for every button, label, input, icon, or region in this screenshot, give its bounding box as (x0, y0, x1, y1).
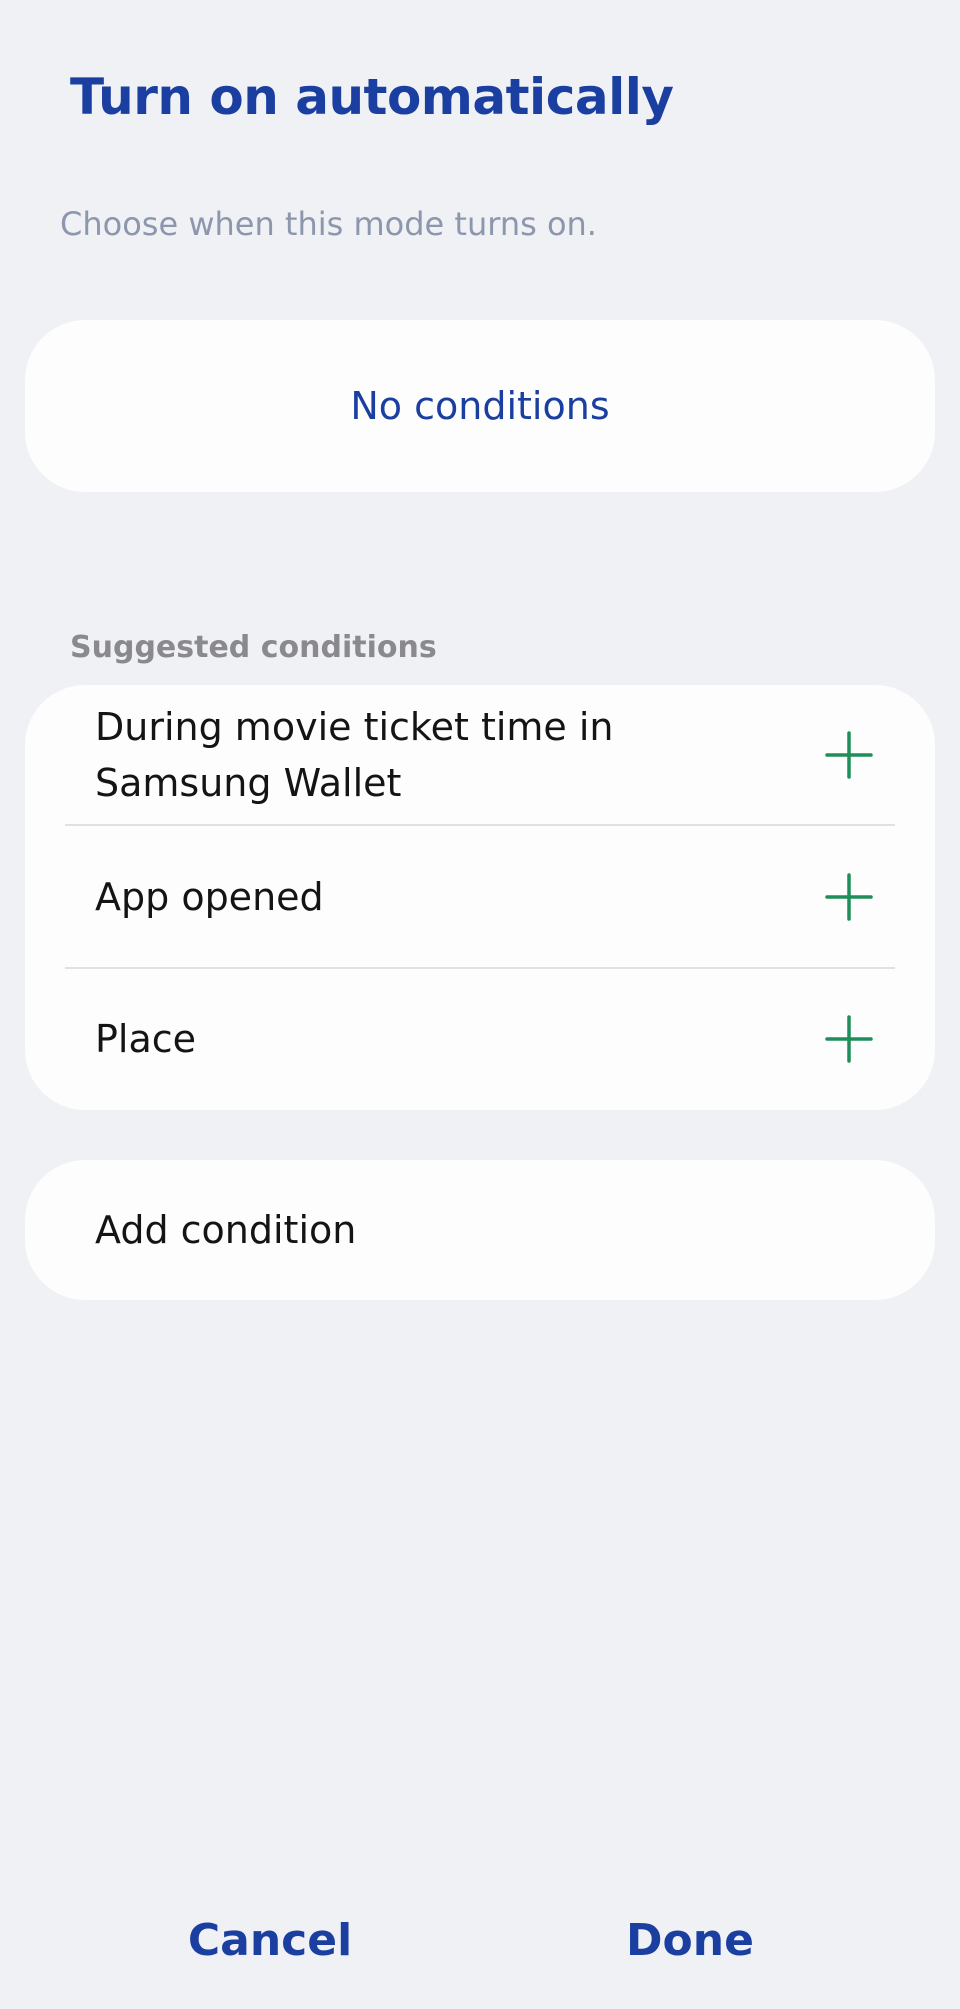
cancel-button[interactable]: Cancel (160, 1900, 380, 1980)
bottom-action-bar: Cancel Done (0, 1900, 960, 1980)
current-conditions-card: No conditions (25, 320, 935, 492)
suggestion-label: App opened (95, 874, 324, 919)
done-button[interactable]: Done (580, 1900, 800, 1980)
add-suggestion-button[interactable] (819, 725, 879, 785)
add-suggestion-button[interactable] (819, 1009, 879, 1069)
no-conditions-label: No conditions (350, 384, 610, 428)
plus-icon (825, 1015, 873, 1063)
plus-icon (825, 872, 873, 921)
suggested-conditions-header: Suggested conditions (70, 630, 437, 665)
add-condition-label: Add condition (95, 1208, 357, 1252)
suggestion-label: Place (95, 1017, 197, 1061)
suggestion-item-place[interactable]: Place (70, 968, 895, 1110)
page-subtitle: Choose when this mode turns on. (60, 205, 597, 243)
suggestion-item-app-opened[interactable]: App opened (70, 825, 895, 968)
page-title: Turn on automatically (70, 68, 674, 126)
suggestion-item-movie-ticket[interactable]: During movie ticket time in Samsung Wall… (70, 685, 895, 825)
suggested-conditions-list: During movie ticket time in Samsung Wall… (25, 685, 935, 1110)
add-suggestion-button[interactable] (819, 867, 879, 927)
suggestion-label: During movie ticket time in Samsung Wall… (95, 705, 614, 805)
add-condition-button[interactable]: Add condition (25, 1160, 935, 1300)
plus-icon (825, 731, 873, 779)
